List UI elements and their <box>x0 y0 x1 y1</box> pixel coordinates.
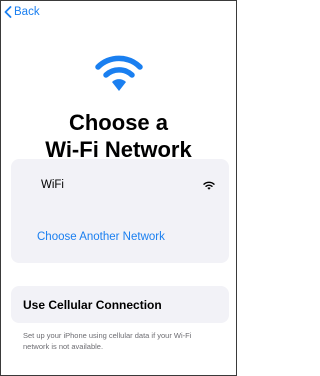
wifi-icon <box>94 55 143 91</box>
footnote-line-1: Set up your iPhone using cellular data i… <box>23 331 192 340</box>
setup-screen: Back Choose a Wi-Fi Network WiFi Choose … <box>0 0 237 376</box>
choose-another-network-link[interactable]: Choose Another Network <box>11 215 229 259</box>
chevron-left-icon <box>4 6 12 18</box>
title-line-1: Choose a <box>68 110 169 135</box>
back-label: Back <box>14 6 40 18</box>
cellular-footnote: Set up your iPhone using cellular data i… <box>23 330 223 352</box>
use-cellular-button[interactable]: Use Cellular Connection <box>11 286 229 323</box>
wifi-hero <box>1 54 236 92</box>
wifi-signal-icon <box>203 181 215 190</box>
network-row-wifi[interactable]: WiFi <box>11 163 229 207</box>
network-list: WiFi Choose Another Network <box>11 159 229 263</box>
footnote-line-2: network is not available. <box>23 342 104 351</box>
back-button[interactable]: Back <box>4 4 40 20</box>
network-name: WiFi <box>41 179 64 191</box>
page-title: Choose a Wi-Fi Network <box>1 109 236 163</box>
